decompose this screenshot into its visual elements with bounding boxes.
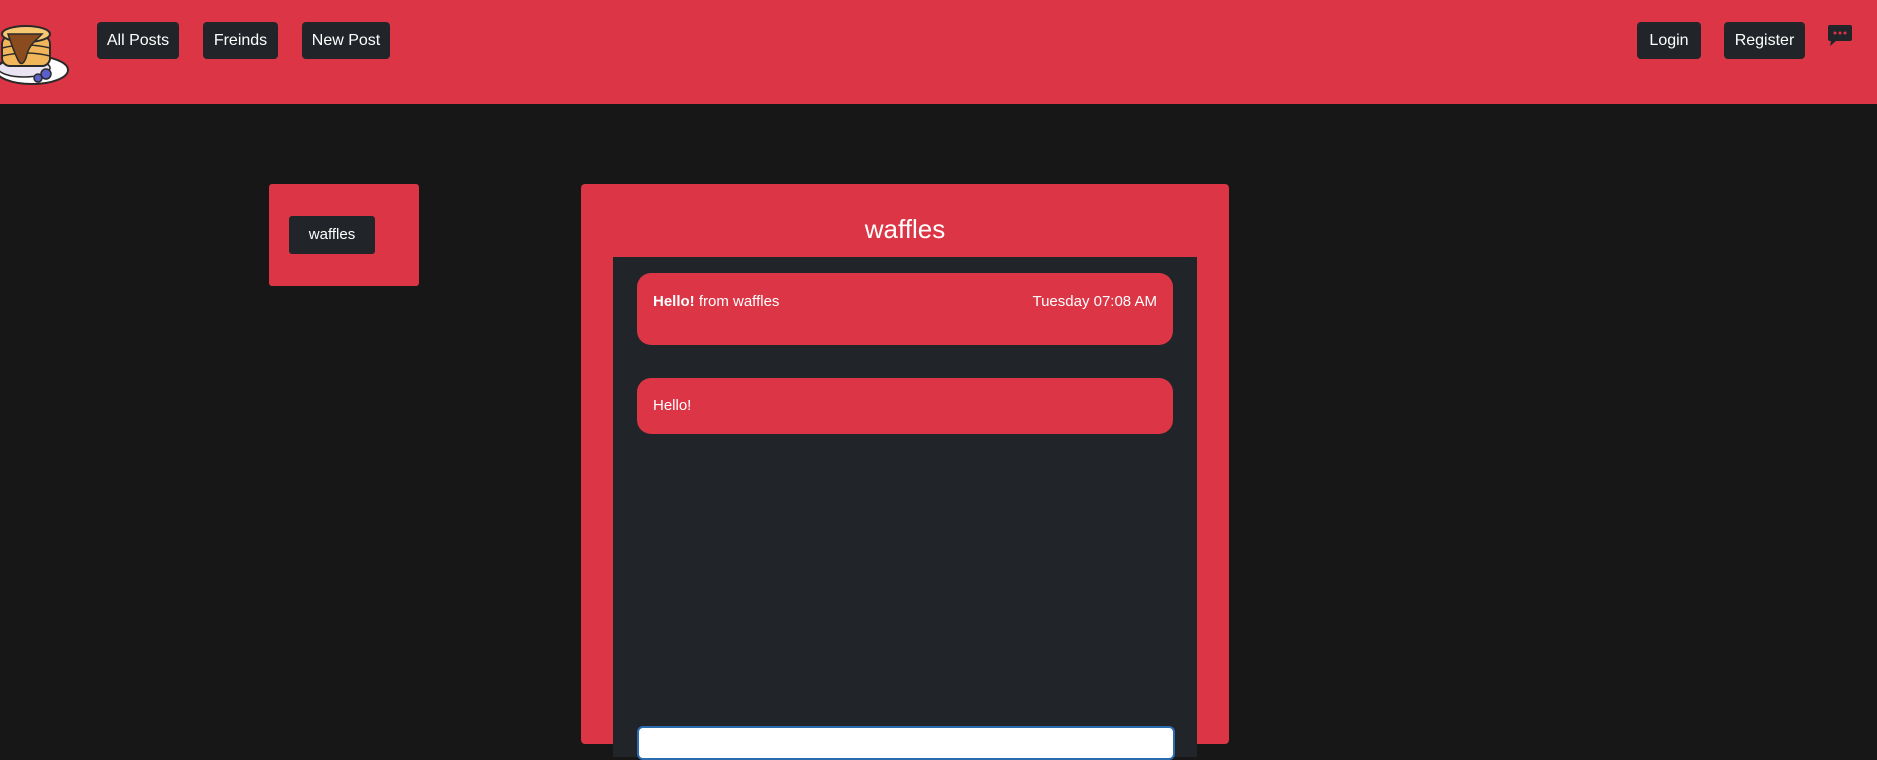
- message-sender: from waffles: [698, 293, 780, 310]
- chat-bubble-icon[interactable]: [1827, 24, 1853, 48]
- chat-message: Hello! from waffles Tuesday 07:08 AM: [637, 273, 1173, 345]
- nav-friends-button[interactable]: Freinds: [203, 22, 278, 59]
- chat-messages-panel[interactable]: Hello! from waffles Tuesday 07:08 AM Hel…: [613, 257, 1197, 760]
- login-button[interactable]: Login: [1637, 22, 1701, 59]
- message-greeting: Hello!: [653, 293, 695, 310]
- chat-title: waffles: [864, 214, 946, 244]
- friends-list-card: waffles: [269, 184, 419, 286]
- nav-new-post-button[interactable]: New Post: [302, 22, 390, 59]
- pancake-stack-logo-icon[interactable]: [0, 12, 72, 88]
- message-input[interactable]: [637, 726, 1175, 760]
- message-text: Hello!: [653, 397, 692, 414]
- friend-item-waffles[interactable]: waffles: [289, 216, 375, 254]
- message-timestamp: Tuesday 07:08 AM: [1032, 293, 1157, 310]
- nav-all-posts-button[interactable]: All Posts: [97, 22, 179, 59]
- chat-window: waffles Hello! from waffles Tuesday 07:0…: [581, 184, 1229, 760]
- chat-message: Hello!: [637, 378, 1173, 434]
- navbar: All Posts Freinds New Post Login Registe…: [0, 0, 1877, 104]
- message-header: Hello! from waffles: [653, 293, 779, 310]
- register-button[interactable]: Register: [1724, 22, 1805, 59]
